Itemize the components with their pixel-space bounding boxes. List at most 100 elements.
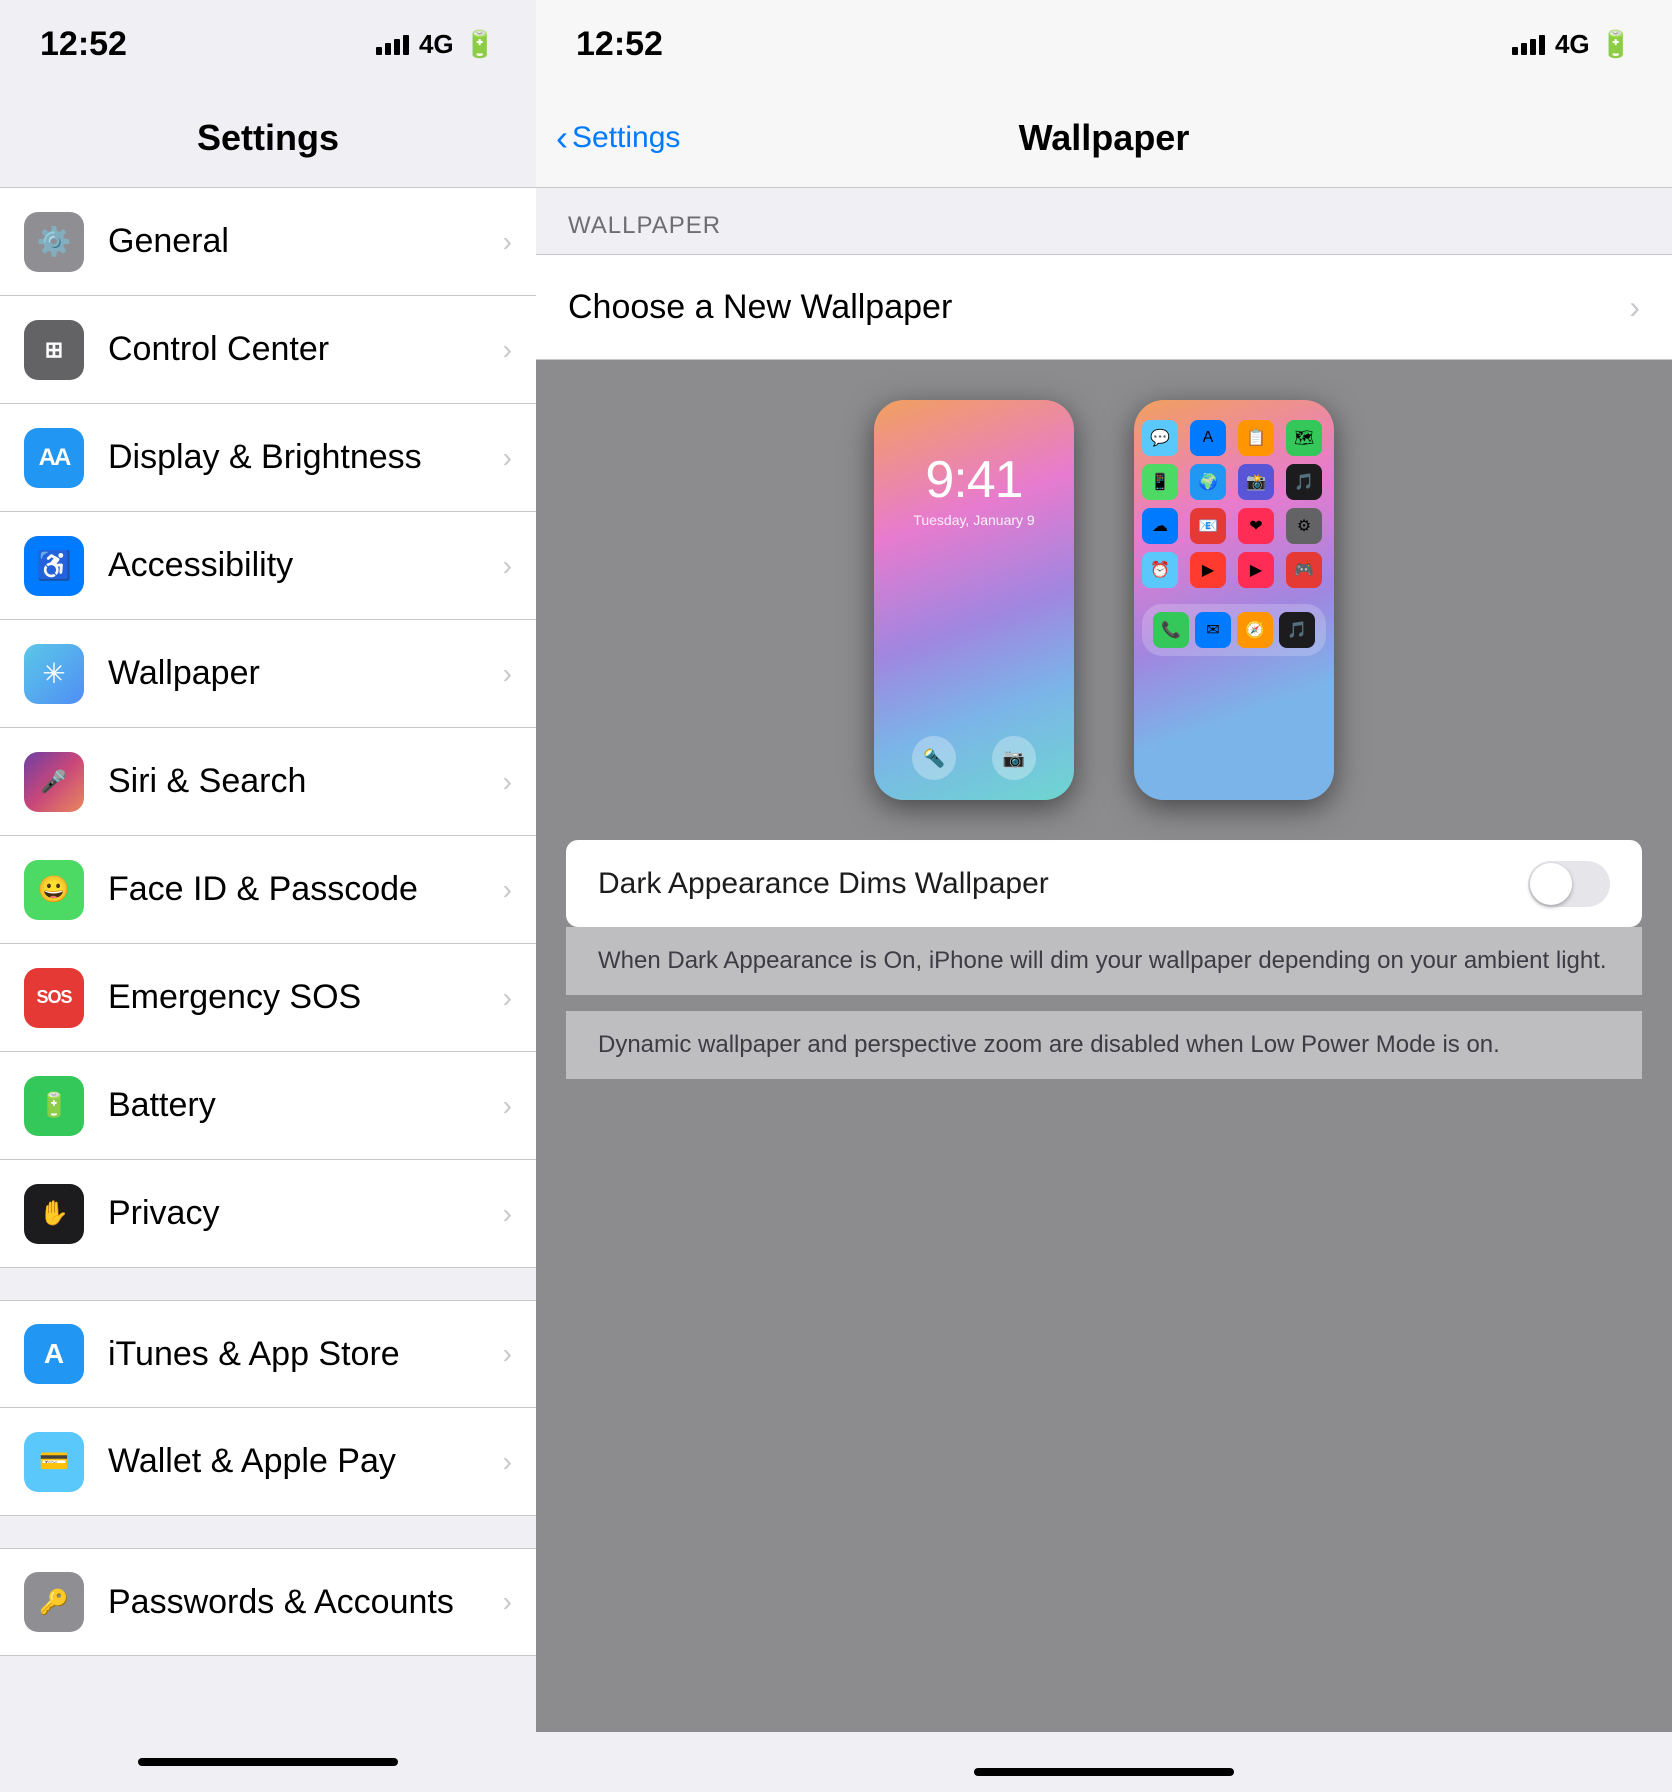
battery-icon: 🔋 — [464, 29, 496, 60]
right-status-bar: 12:52 4G 🔋 — [536, 0, 1672, 88]
app-9: ☁ — [1142, 508, 1178, 544]
emergency-icon: SOS — [24, 968, 84, 1028]
battery-settings-icon: 🔋 — [24, 1076, 84, 1136]
lock-time-display: 9:41 Tuesday, January 9 — [913, 450, 1034, 528]
dark-appearance-toggle[interactable] — [1528, 861, 1610, 907]
desc-text-2: Dynamic wallpaper and perspective zoom a… — [598, 1027, 1610, 1063]
left-time: 12:52 — [40, 25, 127, 64]
app-13: ⏰ — [1142, 552, 1178, 588]
lockscreen-phone: 9:41 Tuesday, January 9 🔦 📷 — [874, 400, 1074, 800]
dark-appearance-row[interactable]: Dark Appearance Dims Wallpaper — [566, 840, 1642, 927]
settings-item-display[interactable]: AA Display & Brightness › — [0, 404, 536, 512]
app-3: 📋 — [1238, 420, 1274, 456]
chevron-icon: › — [503, 442, 512, 474]
control-center-icon: ⊞ — [24, 320, 84, 380]
chevron-icon: › — [503, 1198, 512, 1230]
chevron-icon: › — [503, 226, 512, 258]
settings-panel: 12:52 4G 🔋 Settings ⚙️ General › ⊞ Contr… — [0, 0, 536, 1792]
general-icon: ⚙️ — [24, 212, 84, 272]
wallpaper-panel: 12:52 4G 🔋 ‹ Settings Wallpaper WALLPAPE… — [536, 0, 1672, 1792]
choose-wallpaper-row[interactable]: Choose a New Wallpaper › — [536, 254, 1672, 360]
dark-appearance-label: Dark Appearance Dims Wallpaper — [598, 867, 1528, 901]
settings-item-siri[interactable]: 🎤 Siri & Search › — [0, 728, 536, 836]
settings-title: Settings — [197, 117, 339, 159]
chevron-icon: › — [503, 874, 512, 906]
chevron-icon: › — [503, 334, 512, 366]
itunes-icon: A — [24, 1324, 84, 1384]
dark-appearance-section: Dark Appearance Dims Wallpaper — [566, 840, 1642, 927]
lockscreen-preview: 9:41 Tuesday, January 9 🔦 📷 — [874, 400, 1074, 800]
settings-item-passwords[interactable]: 🔑 Passwords & Accounts › — [0, 1548, 536, 1656]
settings-item-itunes[interactable]: A iTunes & App Store › — [0, 1300, 536, 1408]
settings-item-control-center[interactable]: ⊞ Control Center › — [0, 296, 536, 404]
lock-time: 9:41 — [913, 450, 1034, 510]
desc-text-1: When Dark Appearance is On, iPhone will … — [598, 943, 1610, 979]
left-status-icons: 4G 🔋 — [376, 29, 496, 60]
app-6: 🌍 — [1190, 464, 1226, 500]
passwords-icon: 🔑 — [24, 1572, 84, 1632]
lock-bottom-icons: 🔦 📷 — [874, 736, 1074, 800]
siri-label: Siri & Search — [108, 762, 495, 801]
dock-music: 🎵 — [1279, 612, 1315, 648]
wallet-label: Wallet & Apple Pay — [108, 1442, 495, 1481]
chevron-icon: › — [503, 1446, 512, 1478]
back-label: Settings — [572, 121, 680, 155]
homescreen-phone: 💬 A 📋 🗺 📱 🌍 📸 🎵 ☁ 📧 ❤ ⚙ ⏰ ▶ — [1134, 400, 1334, 800]
right-home-indicator — [974, 1768, 1234, 1776]
app-store: A — [1190, 420, 1226, 456]
right-home-indicator-area — [536, 1732, 1672, 1792]
left-home-indicator-area — [0, 1732, 536, 1792]
back-chevron-icon: ‹ — [556, 117, 568, 159]
chevron-icon: › — [503, 1338, 512, 1370]
app-12: ⚙ — [1286, 508, 1322, 544]
wallpaper-label: Wallpaper — [108, 654, 495, 693]
settings-item-privacy[interactable]: ✋ Privacy › — [0, 1160, 536, 1268]
settings-item-wallet[interactable]: 💳 Wallet & Apple Pay › — [0, 1408, 536, 1516]
settings-item-wallpaper[interactable]: ✳ Wallpaper › — [0, 620, 536, 728]
display-icon: AA — [24, 428, 84, 488]
app-8: 🎵 — [1286, 464, 1322, 500]
settings-item-emergency[interactable]: SOS Emergency SOS › — [0, 944, 536, 1052]
settings-list: ⚙️ General › ⊞ Control Center › AA Displ… — [0, 188, 536, 1732]
settings-item-accessibility[interactable]: ♿ Accessibility › — [0, 512, 536, 620]
app-youtube: ▶ — [1238, 552, 1274, 588]
toggle-knob — [1530, 863, 1572, 905]
chevron-icon: › — [503, 658, 512, 690]
chevron-icon: › — [503, 1586, 512, 1618]
choose-wallpaper-chevron: › — [1629, 289, 1640, 326]
faceid-label: Face ID & Passcode — [108, 870, 495, 909]
left-status-bar: 12:52 4G 🔋 — [0, 0, 536, 88]
right-signal-icon — [1512, 33, 1545, 55]
settings-nav-bar: Settings — [0, 88, 536, 188]
signal-icon — [376, 33, 409, 55]
choose-wallpaper-label: Choose a New Wallpaper — [568, 288, 1621, 327]
dock-phone: 📞 — [1153, 612, 1189, 648]
settings-item-general[interactable]: ⚙️ General › — [0, 188, 536, 296]
emergency-label: Emergency SOS — [108, 978, 495, 1017]
app-7: 📸 — [1238, 464, 1274, 500]
dock-safari: 🧭 — [1237, 612, 1273, 648]
wallpaper-nav-bar: ‹ Settings Wallpaper — [536, 88, 1672, 188]
wallpaper-title: Wallpaper — [1019, 117, 1190, 159]
right-battery-icon: 🔋 — [1600, 29, 1632, 60]
back-button[interactable]: ‹ Settings — [556, 117, 680, 159]
right-status-icons: 4G 🔋 — [1512, 29, 1632, 60]
dock-mail: ✉ — [1195, 612, 1231, 648]
lock-date: Tuesday, January 9 — [913, 512, 1034, 528]
battery-label: Battery — [108, 1086, 495, 1125]
control-center-label: Control Center — [108, 330, 495, 369]
privacy-icon: ✋ — [24, 1184, 84, 1244]
chevron-icon: › — [503, 982, 512, 1014]
phones-container: 9:41 Tuesday, January 9 🔦 📷 💬 A — [566, 400, 1642, 800]
right-time: 12:52 — [576, 25, 663, 64]
faceid-icon: 😀 — [24, 860, 84, 920]
app-messages: 💬 — [1142, 420, 1178, 456]
dock: 📞 ✉ 🧭 🎵 — [1142, 604, 1326, 656]
settings-item-faceid[interactable]: 😀 Face ID & Passcode › — [0, 836, 536, 944]
wallpaper-section-label: WALLPAPER — [536, 188, 1672, 254]
wallet-icon: 💳 — [24, 1432, 84, 1492]
wallpaper-preview-area: 9:41 Tuesday, January 9 🔦 📷 💬 A — [536, 360, 1672, 1732]
settings-item-battery[interactable]: 🔋 Battery › — [0, 1052, 536, 1160]
network-type: 4G — [419, 29, 454, 60]
wallpaper-description-2: Dynamic wallpaper and perspective zoom a… — [566, 1011, 1642, 1079]
